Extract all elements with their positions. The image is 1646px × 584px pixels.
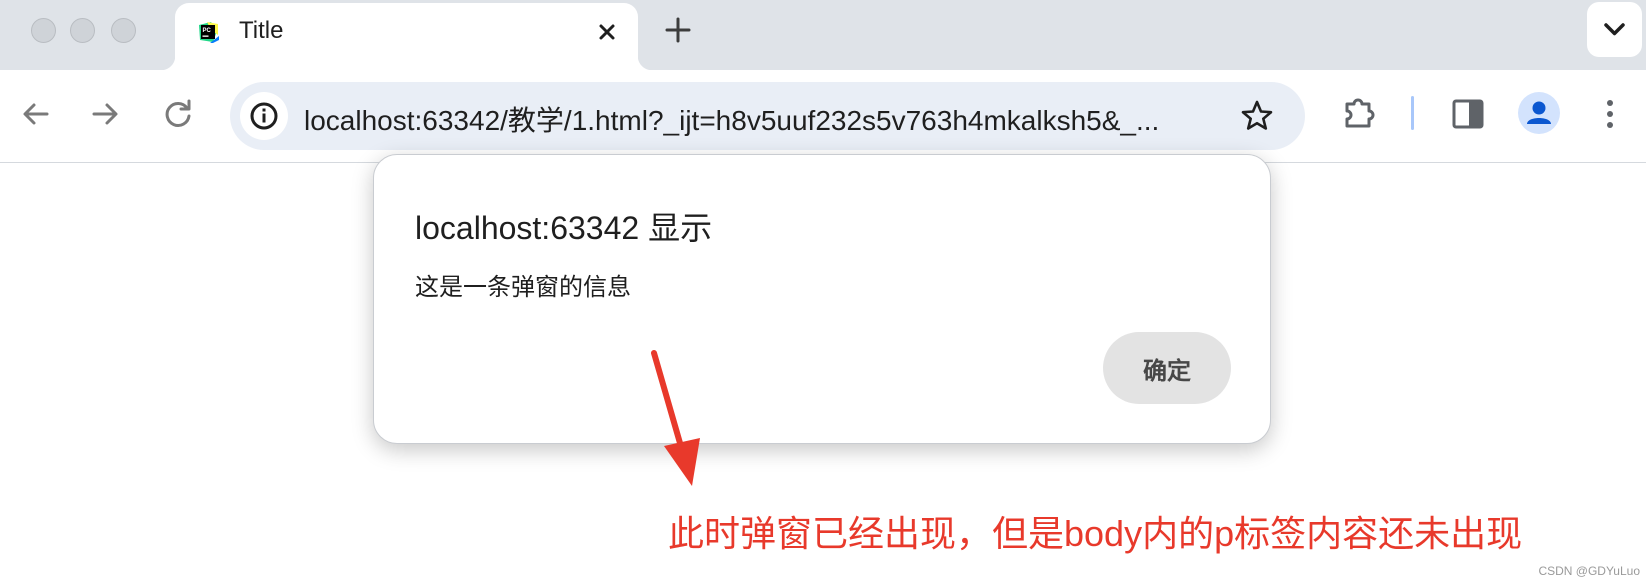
window-close-light[interactable]: [31, 18, 56, 43]
svg-text:PC: PC: [203, 28, 212, 34]
tab-search-button[interactable]: [1587, 2, 1642, 57]
reload-icon[interactable]: [156, 92, 200, 136]
puzzle-extension-icon[interactable]: [1338, 90, 1384, 136]
watermark: CSDN @GDYuLuo: [1538, 564, 1640, 578]
close-icon[interactable]: [590, 15, 624, 49]
tab-strip: PC Title: [0, 0, 1646, 70]
side-panel-icon[interactable]: [1446, 92, 1490, 136]
ok-button[interactable]: 确定: [1103, 332, 1231, 404]
pycharm-icon: PC: [199, 22, 219, 43]
kebab-menu-icon[interactable]: [1592, 92, 1628, 136]
back-arrow-icon[interactable]: [14, 92, 58, 136]
address-bar[interactable]: localhost:63342/教学/1.html?_ijt=h8v5uuf23…: [230, 82, 1305, 150]
browser-toolbar: localhost:63342/教学/1.html?_ijt=h8v5uuf23…: [0, 70, 1646, 163]
alert-dialog: localhost:63342 显示 这是一条弹窗的信息 确定: [373, 154, 1271, 444]
avatar[interactable]: [1518, 92, 1560, 134]
annotation-arrow: [651, 350, 700, 486]
avatar-icon: [1527, 101, 1551, 124]
tab-title: Title: [239, 17, 284, 44]
dialog-title: localhost:63342 显示: [415, 210, 713, 246]
url-text[interactable]: localhost:63342/教学/1.html?_ijt=h8v5uuf23…: [304, 99, 1224, 139]
forward-arrow-icon[interactable]: [83, 92, 127, 136]
window-zoom-light[interactable]: [111, 18, 136, 43]
annotation-text: 此时弹窗已经出现，但是body内的p标签内容还未出现: [668, 513, 1523, 554]
window-minimize-light[interactable]: [70, 18, 95, 43]
chevron-down-icon: [1604, 23, 1625, 36]
new-tab-plus-icon[interactable]: [660, 12, 696, 48]
active-tab[interactable]: PC Title: [161, 3, 652, 70]
info-icon: [250, 102, 278, 130]
dialog-message: 这是一条弹窗的信息: [415, 274, 631, 301]
star-icon[interactable]: [1239, 98, 1275, 134]
site-info-button[interactable]: [240, 92, 288, 140]
toolbar-divider: [1411, 96, 1414, 130]
